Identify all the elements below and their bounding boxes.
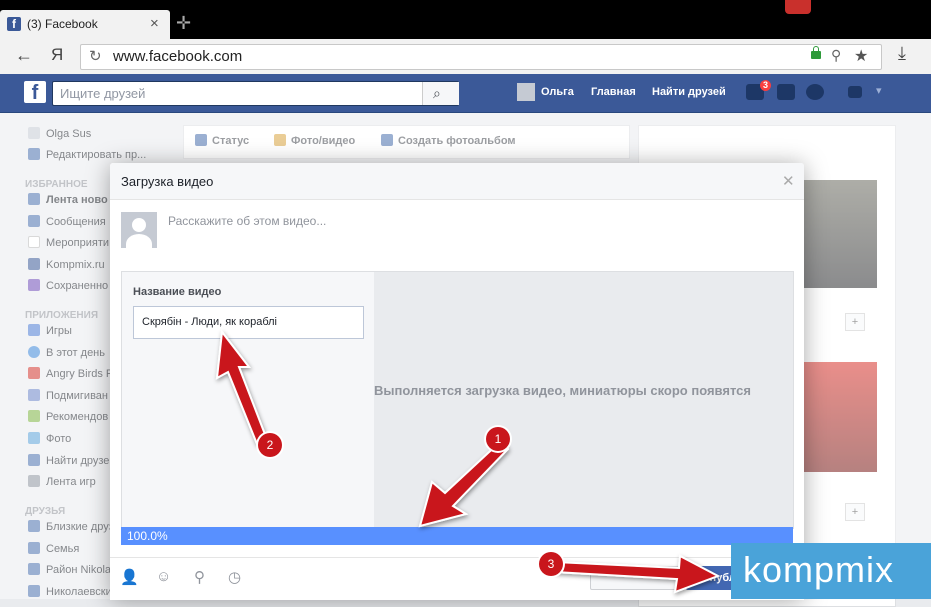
address-toolbar: ← Я ↻ www.facebook.com ⚲ ★ ⤓	[0, 39, 931, 75]
feeling-smiley-icon[interactable]: ☺	[156, 568, 171, 585]
facebook-header: f Ищите друзей ⌕ Ольга Главная Найти дру…	[0, 74, 931, 113]
tab-title: (3) Facebook	[27, 17, 98, 31]
search-box[interactable]: Ищите друзей ⌕	[52, 81, 459, 106]
download-icon[interactable]: ⤓	[898, 43, 906, 64]
browser-titlebar: f (3) Facebook × ✛	[0, 0, 931, 39]
video-name-label: Название видео	[133, 286, 222, 298]
privacy-shortcuts-icon[interactable]	[848, 86, 862, 98]
settings-dropdown-icon[interactable]: ▾	[876, 84, 882, 97]
video-name-field[interactable]: Скрябін - Люди, як кораблі	[133, 306, 364, 339]
step-2-marker: 2	[258, 433, 282, 457]
find-friends-link[interactable]: Найти друзей	[652, 86, 726, 98]
address-bar[interactable]: ↻ www.facebook.com ⚲ ★	[80, 44, 882, 70]
new-tab-icon[interactable]: ✛	[176, 13, 191, 34]
upload-progress-bar: 100.0%	[121, 527, 793, 545]
lock-icon	[811, 46, 821, 59]
dialog-footer: 👤 ☺ ⚲ ◷ Опубликовать	[110, 557, 804, 600]
tag-friends-icon[interactable]: 👤	[120, 568, 139, 586]
step-1-marker: 1	[486, 427, 510, 451]
facebook-favicon-icon: f	[7, 17, 21, 31]
yandex-logo-icon[interactable]: Я	[51, 45, 63, 65]
watermark-text: kompmix	[743, 549, 895, 590]
dialog-title: Загрузка видео	[121, 174, 214, 189]
home-link[interactable]: Главная	[591, 86, 636, 98]
avatar	[121, 212, 157, 248]
step-3-marker: 3	[539, 552, 563, 576]
upload-progress-text: 100.0%	[127, 529, 168, 543]
thumbnail-preview-area: Выполняется загрузка видео, миниатюры ск…	[374, 271, 794, 529]
close-icon[interactable]: ✕	[782, 172, 795, 190]
browser-menu-icon[interactable]	[785, 0, 811, 14]
reload-icon[interactable]: ↻	[89, 47, 102, 65]
messages-icon[interactable]	[777, 84, 795, 100]
zoom-icon[interactable]: ⚲	[831, 47, 841, 64]
location-pin-icon[interactable]: ⚲	[194, 568, 205, 586]
video-name-value[interactable]: Скрябін - Люди, як кораблі	[142, 316, 277, 328]
video-upload-dialog: Загрузка видео ✕ Расскажите об этом виде…	[110, 163, 804, 600]
tab-close-icon[interactable]: ×	[150, 15, 159, 32]
url-text[interactable]: www.facebook.com	[113, 48, 242, 65]
bookmark-star-icon[interactable]: ★	[854, 46, 868, 66]
user-avatar[interactable]	[517, 83, 535, 101]
upload-status-message: Выполняется загрузка видео, миниатюры ск…	[374, 383, 751, 398]
back-arrow-icon[interactable]: ←	[15, 45, 33, 66]
video-details-panel: Название видео Скрябін - Люди, як корабл…	[121, 271, 375, 529]
browser-tab[interactable]: f (3) Facebook ×	[0, 10, 170, 39]
clock-icon[interactable]: ◷	[228, 568, 241, 586]
kompmix-watermark: kompmix	[731, 543, 931, 599]
user-name-link[interactable]: Ольга	[541, 86, 574, 98]
search-input[interactable]: Ищите друзей	[60, 86, 145, 101]
search-button[interactable]: ⌕	[422, 82, 459, 105]
search-icon: ⌕	[433, 85, 441, 101]
video-description-input[interactable]: Расскажите об этом видео...	[168, 214, 326, 228]
friend-requests-badge: 3	[760, 80, 772, 91]
cancel-button[interactable]	[590, 566, 680, 590]
facebook-logo-icon[interactable]: f	[24, 81, 46, 104]
dialog-header: Загрузка видео ✕	[110, 163, 804, 200]
notifications-globe-icon[interactable]	[806, 84, 824, 100]
